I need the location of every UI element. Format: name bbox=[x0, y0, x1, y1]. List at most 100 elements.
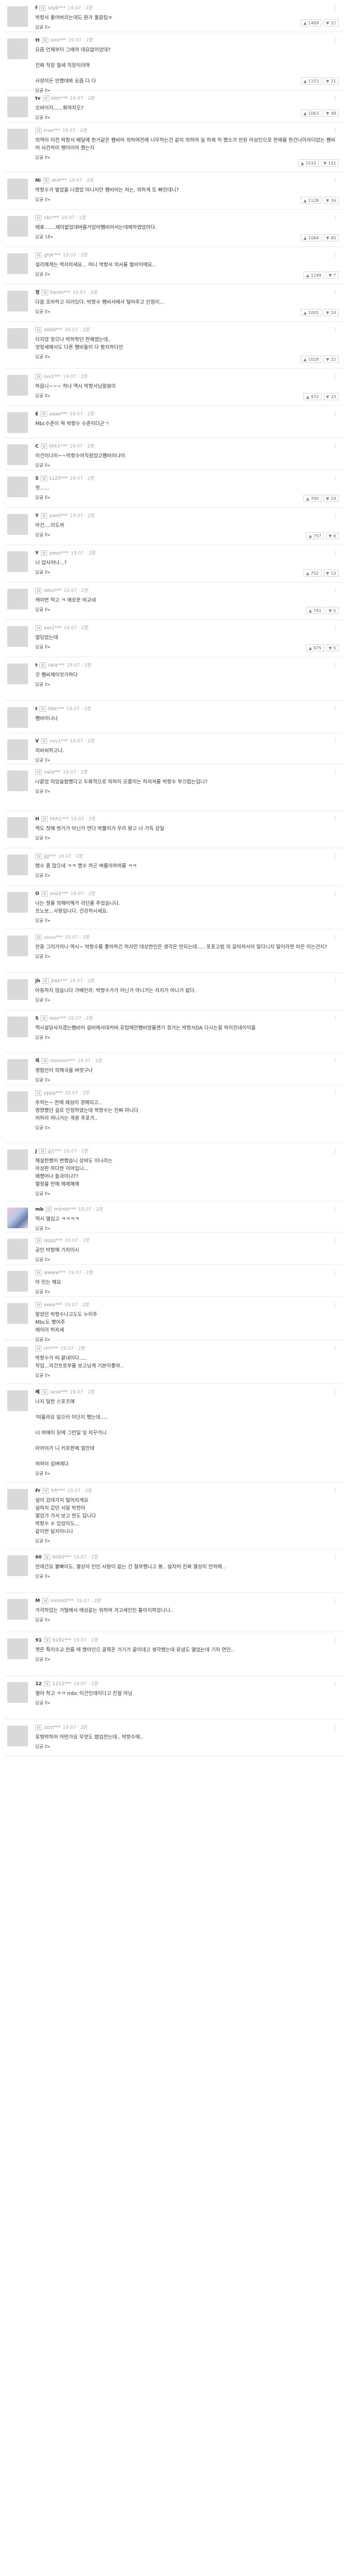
like-button[interactable]: ▲ 1005 bbox=[301, 309, 322, 316]
reply-count-button[interactable]: 답글 0▾ bbox=[35, 1744, 339, 1750]
reply-count-button[interactable]: 답글 0▾ bbox=[35, 155, 339, 161]
avatar[interactable] bbox=[7, 936, 28, 956]
reply-count-button[interactable]: 답글 0▾ bbox=[35, 757, 339, 764]
reply-count-button[interactable]: 답글 0▾ bbox=[35, 1191, 339, 1197]
nickname[interactable]: jh bbox=[35, 979, 40, 984]
like-button[interactable]: ▲ 741 bbox=[306, 607, 324, 614]
more-options-icon[interactable]: ⋮ bbox=[333, 513, 339, 519]
more-options-icon[interactable]: ⋮ bbox=[333, 215, 339, 221]
dislike-button[interactable]: ▼ 21 bbox=[323, 77, 339, 85]
nickname[interactable]: V bbox=[35, 739, 39, 744]
nickname[interactable]: Fr bbox=[35, 1488, 40, 1494]
like-button[interactable]: ▲ 700 bbox=[303, 495, 322, 502]
avatar[interactable] bbox=[7, 477, 28, 497]
dislike-button[interactable]: ▼ 13 bbox=[323, 570, 339, 577]
dislike-button[interactable]: ▼ 5 bbox=[326, 644, 339, 652]
avatar[interactable] bbox=[7, 253, 28, 274]
avatar[interactable] bbox=[7, 444, 28, 465]
nickname[interactable]: S bbox=[35, 1016, 38, 1021]
more-options-icon[interactable]: ⋮ bbox=[333, 1238, 339, 1243]
reply-count-button[interactable]: 답글 0▾ bbox=[35, 393, 339, 399]
more-options-icon[interactable]: ⋮ bbox=[333, 1206, 339, 1212]
dislike-button[interactable]: ▼ 6 bbox=[326, 532, 339, 539]
avatar[interactable] bbox=[7, 129, 28, 150]
avatar[interactable] bbox=[7, 855, 28, 875]
avatar[interactable] bbox=[7, 1489, 28, 1510]
more-options-icon[interactable]: ⋮ bbox=[333, 934, 339, 940]
avatar[interactable] bbox=[7, 328, 28, 349]
nickname[interactable]: E bbox=[35, 412, 38, 417]
more-options-icon[interactable]: ⋮ bbox=[333, 662, 339, 668]
more-options-icon[interactable]: ⋮ bbox=[333, 37, 339, 43]
more-options-icon[interactable]: ⋮ bbox=[333, 625, 339, 631]
avatar[interactable] bbox=[7, 1347, 28, 1367]
reply-count-button[interactable]: 답글 0▾ bbox=[35, 272, 339, 278]
more-options-icon[interactable]: ⋮ bbox=[333, 769, 339, 775]
like-button[interactable]: ▲ 1028 bbox=[301, 356, 322, 363]
avatar[interactable] bbox=[7, 626, 28, 647]
avatar[interactable] bbox=[7, 179, 28, 199]
avatar[interactable] bbox=[7, 38, 28, 59]
reply-count-button[interactable]: 답글 0▾ bbox=[35, 1226, 339, 1232]
like-button[interactable]: ▲ 675 bbox=[306, 644, 324, 652]
avatar[interactable] bbox=[7, 514, 28, 535]
more-options-icon[interactable]: ⋮ bbox=[333, 476, 339, 481]
reply-count-button[interactable]: 답글 0▾ bbox=[35, 789, 339, 795]
reply-count-button[interactable]: 답글 0▾ bbox=[35, 495, 339, 501]
like-button[interactable]: ▲ 972 bbox=[303, 393, 322, 400]
avatar[interactable] bbox=[7, 817, 28, 838]
more-options-icon[interactable]: ⋮ bbox=[333, 1346, 339, 1351]
avatar[interactable] bbox=[7, 1271, 28, 1292]
reply-count-button[interactable]: 답글 0▾ bbox=[35, 463, 339, 469]
dislike-button[interactable]: ▼ 131 bbox=[320, 159, 339, 167]
more-options-icon[interactable]: ⋮ bbox=[333, 1681, 339, 1687]
avatar[interactable] bbox=[7, 707, 28, 728]
avatar[interactable] bbox=[7, 6, 28, 27]
nickname[interactable]: 목 bbox=[35, 1059, 39, 1064]
reply-count-button[interactable]: 답글 0▾ bbox=[35, 997, 339, 1004]
reply-count-button[interactable]: 답글 0▾ bbox=[35, 873, 339, 879]
avatar[interactable] bbox=[7, 216, 28, 237]
more-options-icon[interactable]: ⋮ bbox=[333, 891, 339, 897]
more-options-icon[interactable]: ⋮ bbox=[333, 1015, 339, 1021]
nickname[interactable]: J bbox=[35, 1149, 37, 1154]
avatar[interactable] bbox=[7, 589, 28, 609]
more-options-icon[interactable]: ⋮ bbox=[333, 816, 339, 822]
avatar[interactable] bbox=[7, 979, 28, 1000]
avatar[interactable] bbox=[7, 551, 28, 572]
more-options-icon[interactable]: ⋮ bbox=[333, 252, 339, 258]
nickname[interactable]: mb bbox=[35, 1207, 44, 1212]
nickname[interactable]: 정 bbox=[35, 290, 39, 295]
avatar[interactable] bbox=[7, 663, 28, 684]
more-options-icon[interactable]: ⋮ bbox=[333, 1058, 339, 1064]
reply-count-button[interactable]: 답글 0▾ bbox=[35, 1538, 339, 1544]
nickname[interactable]: tt bbox=[35, 38, 40, 43]
avatar[interactable] bbox=[7, 375, 28, 396]
reply-count-button[interactable]: 답글 0▾ bbox=[35, 1289, 339, 1295]
reply-count-button[interactable]: 답글 0▾ bbox=[35, 1035, 339, 1041]
like-button[interactable]: ▲ 1064 bbox=[301, 234, 322, 241]
more-options-icon[interactable]: ⋮ bbox=[333, 327, 339, 333]
more-options-icon[interactable]: ⋮ bbox=[333, 1598, 339, 1604]
dislike-button[interactable]: ▼ 48 bbox=[323, 110, 339, 117]
more-options-icon[interactable]: ⋮ bbox=[333, 5, 339, 11]
reply-count-button[interactable]: 답글 0▾ bbox=[35, 1125, 339, 1131]
reply-count-button[interactable]: 답글 0▾ bbox=[35, 532, 339, 538]
reply-count-button[interactable]: 답글 0▾ bbox=[35, 570, 339, 576]
nickname[interactable]: tv bbox=[35, 96, 40, 101]
reply-count-button[interactable]: 답글 0▾ bbox=[35, 644, 339, 650]
like-button[interactable]: ▲ 1249 bbox=[303, 272, 324, 279]
reply-count-button[interactable]: 답글 0▾ bbox=[35, 1257, 339, 1263]
nickname[interactable]: Y bbox=[35, 513, 39, 519]
nickname[interactable]: H bbox=[35, 817, 39, 822]
more-options-icon[interactable]: ⋮ bbox=[333, 178, 339, 183]
more-options-icon[interactable]: ⋮ bbox=[333, 853, 339, 859]
nickname[interactable]: C bbox=[35, 444, 39, 449]
more-options-icon[interactable]: ⋮ bbox=[333, 1302, 339, 1308]
avatar[interactable] bbox=[7, 739, 28, 760]
avatar[interactable] bbox=[7, 1599, 28, 1620]
nickname[interactable]: f bbox=[35, 6, 37, 11]
reply-count-button[interactable]: 답글 0▾ bbox=[35, 1373, 339, 1379]
reply-count-button[interactable]: 답글 0▾ bbox=[35, 1077, 339, 1083]
avatar[interactable] bbox=[7, 412, 28, 433]
